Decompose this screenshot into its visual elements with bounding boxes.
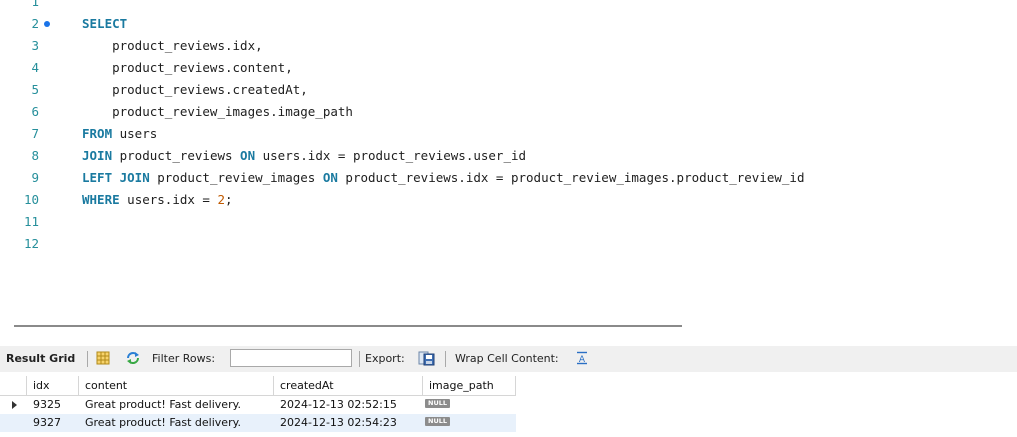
statement-marker-icon	[44, 21, 50, 27]
column-header-content[interactable]: content	[79, 376, 274, 396]
result-grid[interactable]: idx content createdAt image_path 9325 Gr…	[0, 376, 1017, 437]
sql-number: 2	[217, 192, 226, 207]
export-icon[interactable]	[418, 350, 435, 370]
sql-text: product_review_images.image_path	[82, 104, 353, 119]
export-label: Export:	[365, 352, 405, 365]
code-text[interactable]: product_reviews.createdAt,	[82, 79, 308, 101]
line-number: 5	[31, 82, 39, 97]
table-row[interactable]: 9325 Great product! Fast delivery. 2024-…	[0, 396, 516, 414]
toolbar-divider	[87, 351, 88, 367]
code-line[interactable]: 12	[0, 233, 1017, 255]
line-number: 4	[31, 60, 39, 75]
result-toolbar: Result Grid Filter Rows: Export: Wrap Ce…	[0, 346, 1017, 372]
line-number: 3	[31, 38, 39, 53]
code-line[interactable]: 5 product_reviews.createdAt,	[0, 79, 1017, 101]
sql-text: users.idx =	[119, 192, 218, 207]
column-header-createdat[interactable]: createdAt	[274, 376, 423, 396]
code-line[interactable]: 6 product_review_images.image_path	[0, 101, 1017, 123]
code-text[interactable]: product_reviews.idx,	[82, 35, 263, 57]
cell-createdat[interactable]: 2024-12-13 02:52:15	[274, 396, 423, 414]
sql-keyword: FROM	[82, 126, 113, 141]
line-number: 12	[23, 236, 39, 251]
sql-keyword: WHERE	[82, 192, 120, 207]
panel-splitter[interactable]	[14, 325, 682, 327]
code-line[interactable]: 11	[0, 211, 1017, 233]
line-number: 11	[23, 214, 39, 229]
code-text[interactable]: WHERE users.idx = 2;	[82, 189, 233, 211]
sql-text: product_review_images	[149, 170, 323, 185]
code-line[interactable]: 4 product_reviews.content,	[0, 57, 1017, 79]
sql-text: users.idx = product_reviews.user_id	[255, 148, 527, 163]
table-row[interactable]: 9327 Great product! Fast delivery. 2024-…	[0, 414, 516, 432]
sql-editor[interactable]: 1 2 SELECT 3 product_reviews.idx, 4 product_…	[0, 0, 1017, 310]
wrap-cell-content-label: Wrap Cell Content:	[455, 352, 559, 365]
line-number: 6	[31, 104, 39, 119]
sql-keyword: JOIN	[82, 148, 113, 163]
code-text[interactable]: JOIN product_reviews ON users.idx = prod…	[82, 145, 526, 167]
sql-text: product_reviews.idx = product_review_ima…	[337, 170, 805, 185]
cell-image-path[interactable]: NULL	[423, 414, 516, 432]
cell-content[interactable]: Great product! Fast delivery.	[79, 414, 274, 432]
sql-text: product_reviews.idx,	[82, 38, 263, 53]
null-badge: NULL	[425, 399, 451, 408]
cell-idx[interactable]: 9327	[27, 414, 79, 432]
line-number: 10	[23, 192, 39, 207]
code-line[interactable]: 7 FROM users	[0, 123, 1017, 145]
code-line[interactable]: 9 LEFT JOIN product_review_images ON prod…	[0, 167, 1017, 189]
sql-text: ;	[225, 192, 233, 207]
filter-rows-label: Filter Rows:	[152, 352, 216, 365]
toolbar-divider	[359, 351, 360, 367]
code-text[interactable]: SELECT	[82, 13, 127, 35]
line-number: 2	[31, 16, 39, 31]
current-row-indicator-icon	[12, 401, 17, 409]
code-text[interactable]: FROM users	[82, 123, 157, 145]
null-badge: NULL	[425, 417, 451, 426]
grid-view-icon[interactable]	[96, 351, 110, 369]
column-header-image-path[interactable]: image_path	[423, 376, 516, 396]
column-header-idx[interactable]: idx	[27, 376, 79, 396]
cell-image-path[interactable]: NULL	[423, 396, 516, 414]
code-line[interactable]: 3 product_reviews.idx,	[0, 35, 1017, 57]
line-number: 9	[31, 170, 39, 185]
code-line[interactable]: 8 JOIN product_reviews ON users.idx = pro…	[0, 145, 1017, 167]
filter-rows-input[interactable]	[230, 349, 352, 367]
code-text[interactable]: product_reviews.content,	[82, 57, 293, 79]
cell-content[interactable]: Great product! Fast delivery.	[79, 396, 274, 414]
sql-text: product_reviews.createdAt,	[82, 82, 308, 97]
code-line[interactable]: 2 SELECT	[0, 13, 1017, 35]
sql-keyword: ON	[240, 148, 256, 163]
toolbar-divider	[445, 351, 446, 367]
line-number: 8	[31, 148, 39, 163]
code-line[interactable]: 10 WHERE users.idx = 2;	[0, 189, 1017, 211]
sql-text: users	[112, 126, 158, 141]
code-line[interactable]: 1	[0, 0, 1017, 13]
line-number: 7	[31, 126, 39, 141]
cell-idx[interactable]: 9325	[27, 396, 79, 414]
code-text[interactable]: LEFT JOIN product_review_images ON produ…	[82, 167, 804, 189]
line-number: 1	[31, 0, 39, 9]
sql-keyword: LEFT JOIN	[82, 170, 150, 185]
wrap-cell-icon[interactable]: A	[576, 351, 588, 369]
code-text[interactable]: product_review_images.image_path	[82, 101, 353, 123]
sql-text: product_reviews.content,	[82, 60, 293, 75]
sql-text: product_reviews	[112, 148, 241, 163]
sql-keyword: ON	[322, 170, 338, 185]
cell-createdat[interactable]: 2024-12-13 02:54:23	[274, 414, 423, 432]
sql-keyword: SELECT	[82, 16, 128, 31]
result-grid-label[interactable]: Result Grid	[6, 352, 75, 366]
refresh-icon[interactable]	[125, 351, 141, 369]
row-header-corner	[0, 376, 27, 396]
